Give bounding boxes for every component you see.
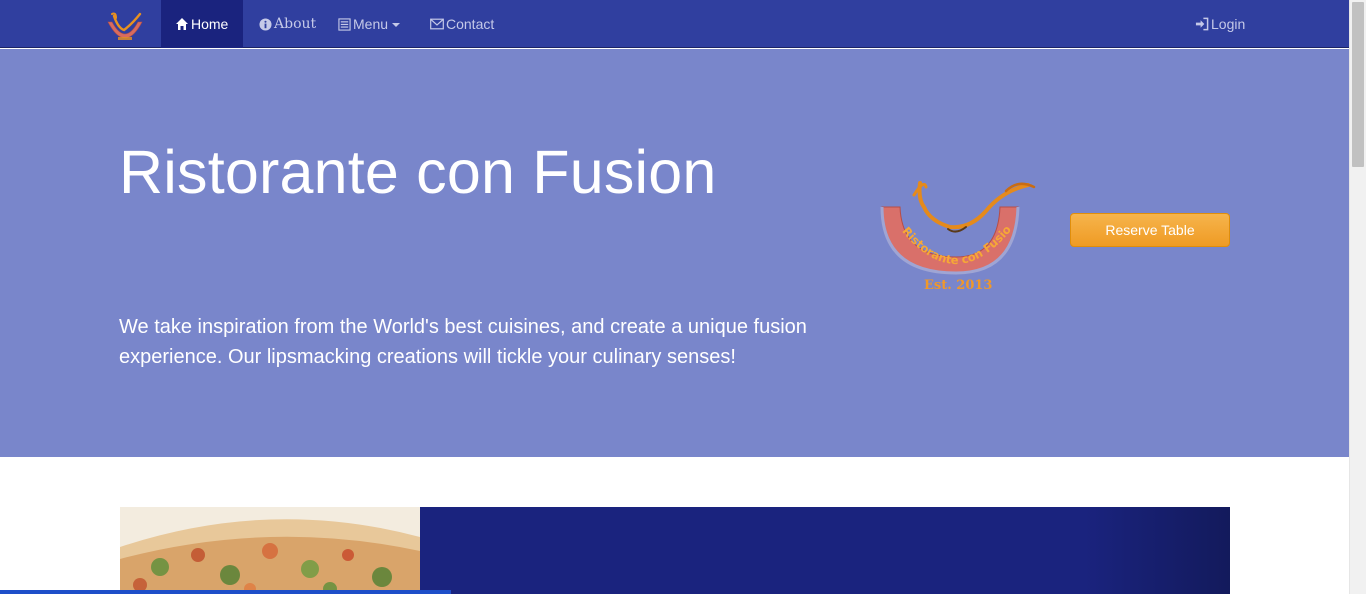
- page-title: Ristorante con Fusion: [119, 138, 717, 206]
- brand-logo[interactable]: [104, 10, 146, 42]
- jumbotron: Ristorante con Fusion We take inspiratio…: [0, 49, 1349, 457]
- vertical-scrollbar[interactable]: [1349, 0, 1366, 594]
- loading-progress-bar: [0, 590, 451, 594]
- dish-image: [120, 507, 420, 594]
- envelope-icon: [430, 17, 444, 31]
- list-icon: [337, 17, 351, 31]
- reserve-table-button[interactable]: Reserve Table: [1070, 213, 1230, 247]
- info-circle-icon: [258, 17, 272, 31]
- nav-contact-label: Contact: [446, 16, 495, 32]
- nav-home-label: Home: [191, 16, 229, 32]
- sign-in-icon: [1195, 17, 1209, 31]
- nav-about-label: About: [274, 16, 317, 32]
- scrollbar-thumb[interactable]: [1352, 2, 1364, 167]
- nav-about[interactable]: About: [258, 0, 316, 48]
- page: Home About Menu Contact Login Ristorante…: [0, 0, 1349, 594]
- nav-home[interactable]: Home: [161, 0, 243, 48]
- logo-established: Est. 2013: [924, 278, 992, 293]
- nav-contact[interactable]: Contact: [430, 0, 494, 48]
- login-link[interactable]: Login: [1195, 0, 1245, 48]
- jumbotron-description: We take inspiration from the World's bes…: [119, 316, 807, 368]
- nav-menu-label: Menu: [353, 16, 389, 32]
- restaurant-logo: Ristorante con Fusion Est. 2013: [874, 166, 1040, 293]
- login-label: Login: [1211, 16, 1246, 32]
- chevron-down-icon: [392, 23, 401, 27]
- nav-menu-dropdown[interactable]: Menu: [337, 0, 401, 48]
- featured-panel: [420, 507, 1230, 594]
- home-icon: [175, 17, 189, 31]
- navbar: Home About Menu Contact Login: [0, 0, 1349, 48]
